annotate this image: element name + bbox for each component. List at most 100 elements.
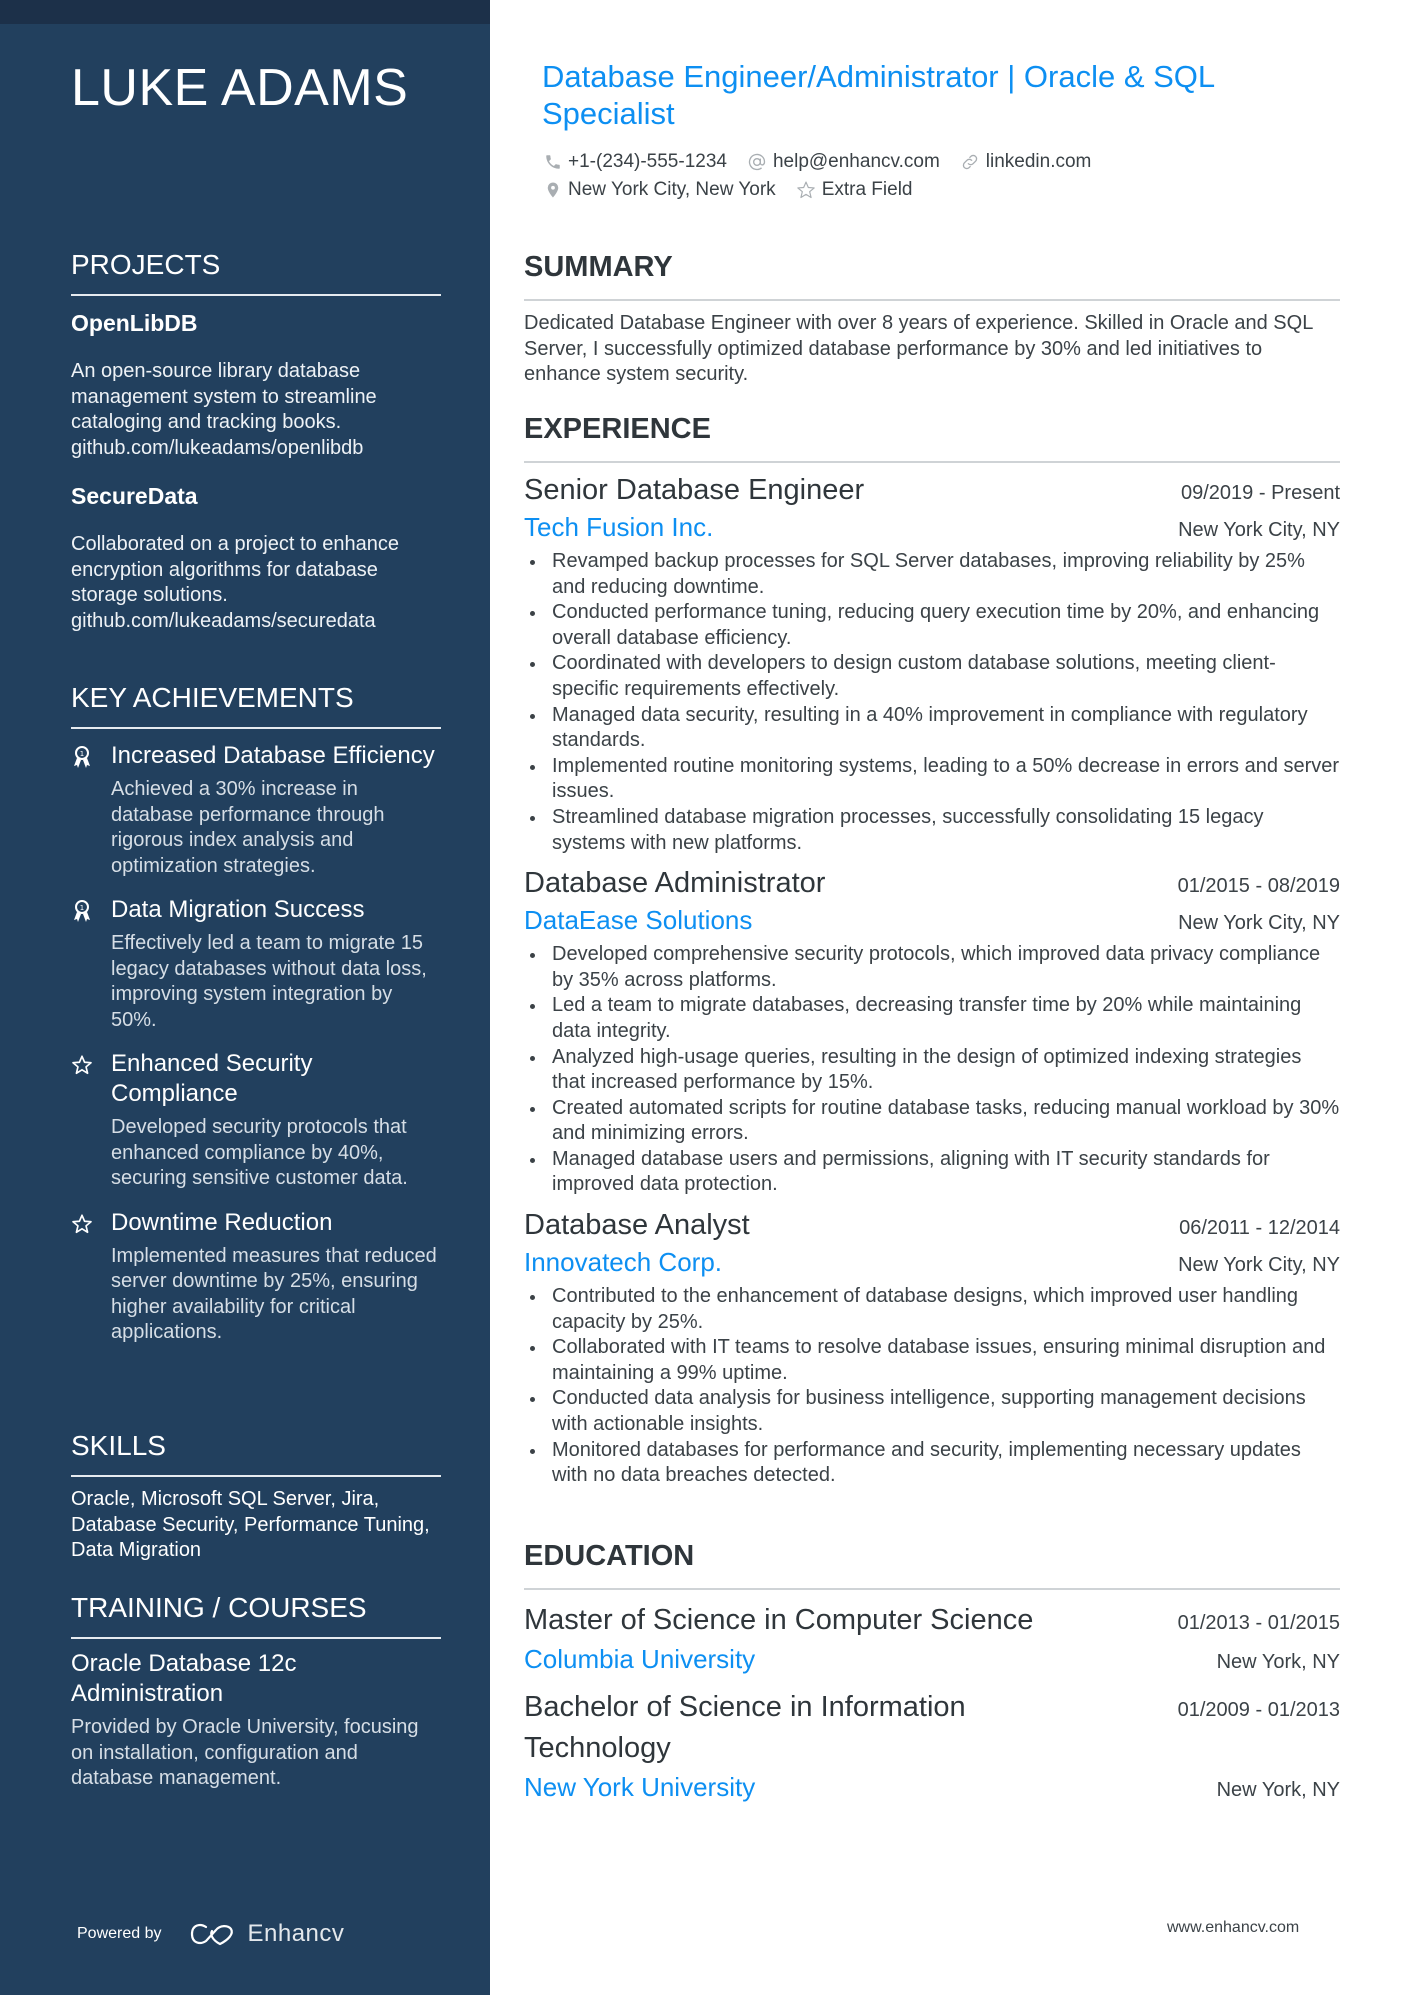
sidebar-top-strip xyxy=(0,0,490,24)
achievement-description: Implemented measures that reduced server… xyxy=(111,1244,437,1344)
school[interactable]: Columbia University xyxy=(524,1641,755,1677)
svg-text:1: 1 xyxy=(80,750,84,758)
course-description: Provided by Oracle University, focusing … xyxy=(71,1716,419,1789)
at-icon xyxy=(748,153,766,171)
achievement-item: Enhanced Security Compliance Developed s… xyxy=(71,1049,441,1192)
project-description: Collaborated on a project to enhance enc… xyxy=(71,533,400,606)
job-entry: Database Analyst 06/2011 - 12/2014 Innov… xyxy=(524,1206,1340,1489)
job-bullet: Collaborated with IT teams to resolve da… xyxy=(524,1335,1340,1386)
contact-phone[interactable]: +1-(234)-555-1234 xyxy=(544,151,727,173)
summary-section: SUMMARY Dedicated Database Engineer with… xyxy=(524,249,1340,388)
degree: Bachelor of Science in Information Techn… xyxy=(524,1691,966,1764)
link-icon xyxy=(962,154,977,170)
job-bullet: Developed comprehensive security protoco… xyxy=(524,942,1340,993)
project-item: SecureData Collaborated on a project to … xyxy=(71,481,441,634)
job-bullets: Developed comprehensive security protoco… xyxy=(524,942,1340,1198)
education-entry: Master of Science in Computer Science 01… xyxy=(524,1600,1340,1677)
job-bullet: Conducted data analysis for business int… xyxy=(524,1386,1340,1437)
svg-text:1: 1 xyxy=(80,904,84,912)
project-link[interactable]: github.com/lukeadams/securedata xyxy=(71,609,441,635)
project-name: OpenLibDB xyxy=(71,310,198,336)
contact-location: New York City, New York xyxy=(544,179,776,201)
achievement-title: Enhanced Security Compliance xyxy=(111,1050,313,1107)
job-bullet: Managed database users and permissions, … xyxy=(524,1147,1340,1198)
footer-url[interactable]: www.enhancv.com xyxy=(1167,1919,1299,1937)
job-company[interactable]: DataEase Solutions xyxy=(524,902,752,938)
summary-title: SUMMARY xyxy=(524,249,1340,301)
education-entry: Bachelor of Science in Information Techn… xyxy=(524,1687,1340,1805)
education-section: EDUCATION Master of Science in Computer … xyxy=(524,1538,1340,1805)
projects-title: PROJECTS xyxy=(71,248,441,296)
achievement-item: 1 Increased Database Efficiency Achieved… xyxy=(71,741,441,879)
job-bullet: Revamped backup processes for SQL Server… xyxy=(524,549,1340,600)
education-location: New York, NY xyxy=(1216,1779,1340,1801)
achievement-item: 1 Data Migration Success Effectively led… xyxy=(71,895,441,1033)
job-entry: Database Administrator 01/2015 - 08/2019… xyxy=(524,864,1340,1198)
contact-info: +1-(234)-555-1234 help@enhancv.com linke… xyxy=(544,148,1324,204)
course-title: Oracle Database 12c Administration xyxy=(71,1650,297,1707)
experience-title: EXPERIENCE xyxy=(524,411,1340,463)
education-location: New York, NY xyxy=(1216,1651,1340,1673)
email-text: help@enhancv.com xyxy=(772,151,940,172)
job-company[interactable]: Innovatech Corp. xyxy=(524,1244,722,1280)
job-dates: 06/2011 - 12/2014 xyxy=(1179,1217,1340,1240)
phone-text: +1-(234)-555-1234 xyxy=(568,151,727,172)
projects-section: PROJECTS OpenLibDB An open-source librar… xyxy=(71,248,441,634)
job-bullet: Managed data security, resulting in a 40… xyxy=(524,703,1340,754)
achievement-title: Increased Database Efficiency xyxy=(111,742,435,769)
job-title: Database Analyst xyxy=(524,1209,750,1242)
skills-title: SKILLS xyxy=(71,1429,441,1477)
powered-by-label: Powered by xyxy=(77,1925,162,1942)
headline: Database Engineer/Administrator | Oracle… xyxy=(542,59,1214,131)
project-link[interactable]: github.com/lukeadams/openlibdb xyxy=(71,436,441,462)
education-title: EDUCATION xyxy=(524,1538,1340,1590)
education-dates: 01/2009 - 01/2013 xyxy=(1177,1699,1340,1721)
course-item: Oracle Database 12c Administration Provi… xyxy=(71,1649,441,1792)
achievement-title: Downtime Reduction xyxy=(111,1208,333,1236)
job-bullet: Coordinated with developers to design cu… xyxy=(524,651,1340,702)
job-location: New York City, NY xyxy=(1178,912,1340,935)
job-location: New York City, NY xyxy=(1178,1254,1340,1277)
project-name: SecureData xyxy=(71,483,198,509)
contact-email[interactable]: help@enhancv.com xyxy=(747,151,940,173)
location-pin-icon xyxy=(547,182,559,198)
job-dates: 01/2015 - 08/2019 xyxy=(1177,875,1340,898)
job-bullet: Implemented routine monitoring systems, … xyxy=(524,754,1340,805)
degree: Master of Science in Computer Science xyxy=(524,1604,1034,1636)
job-bullet: Contributed to the enhancement of databa… xyxy=(524,1284,1340,1335)
job-bullet: Led a team to migrate databases, decreas… xyxy=(524,993,1340,1044)
enhancv-brand-text: Enhancv xyxy=(247,1920,345,1947)
contact-link[interactable]: linkedin.com xyxy=(960,151,1092,173)
job-bullets: Contributed to the enhancement of databa… xyxy=(524,1284,1340,1489)
job-title: Senior Database Engineer xyxy=(524,474,865,506)
education-dates: 01/2013 - 01/2015 xyxy=(1177,1612,1340,1634)
training-section: TRAINING / COURSES Oracle Database 12c A… xyxy=(71,1591,441,1792)
award-ribbon-icon: 1 xyxy=(74,900,90,922)
job-company[interactable]: Tech Fusion Inc. xyxy=(524,509,713,545)
extra-text: Extra Field xyxy=(821,179,913,200)
job-entry: Senior Database Engineer 09/2019 - Prese… xyxy=(524,471,1340,856)
star-icon xyxy=(72,1213,92,1233)
powered-by: Powered by Enhancv xyxy=(77,1920,344,1948)
achievement-description: Achieved a 30% increase in database perf… xyxy=(111,778,385,877)
job-bullet: Streamlined database migration processes… xyxy=(524,805,1340,856)
enhancv-logo[interactable]: Enhancv xyxy=(190,1920,345,1948)
achievement-item: Downtime Reduction Implemented measures … xyxy=(71,1208,441,1346)
link-text: linkedin.com xyxy=(985,151,1092,172)
job-title: Database Administrator xyxy=(524,867,826,900)
location-text: New York City, New York xyxy=(568,179,776,200)
skills-list: Oracle, Microsoft SQL Server, Jira, Data… xyxy=(71,1488,430,1561)
experience-section: EXPERIENCE Senior Database Engineer 09/2… xyxy=(524,411,1340,1489)
project-item: OpenLibDB An open-source library databas… xyxy=(71,308,441,461)
job-bullet: Created automated scripts for routine da… xyxy=(524,1096,1340,1147)
skills-section: SKILLS Oracle, Microsoft SQL Server, Jir… xyxy=(71,1429,441,1564)
job-bullets: Revamped backup processes for SQL Server… xyxy=(524,549,1340,856)
contact-extra: Extra Field xyxy=(796,179,913,201)
key-achievements-section: KEY ACHIEVEMENTS 1 Increased Database Ef… xyxy=(71,681,441,1346)
award-ribbon-icon: 1 xyxy=(74,746,90,768)
school[interactable]: New York University xyxy=(524,1769,755,1805)
key-achievements-title: KEY ACHIEVEMENTS xyxy=(71,681,441,729)
project-description: An open-source library database manageme… xyxy=(71,360,377,433)
contact-row: +1-(234)-555-1234 help@enhancv.com linke… xyxy=(544,148,1324,176)
job-bullet: Monitored databases for performance and … xyxy=(524,1438,1340,1489)
